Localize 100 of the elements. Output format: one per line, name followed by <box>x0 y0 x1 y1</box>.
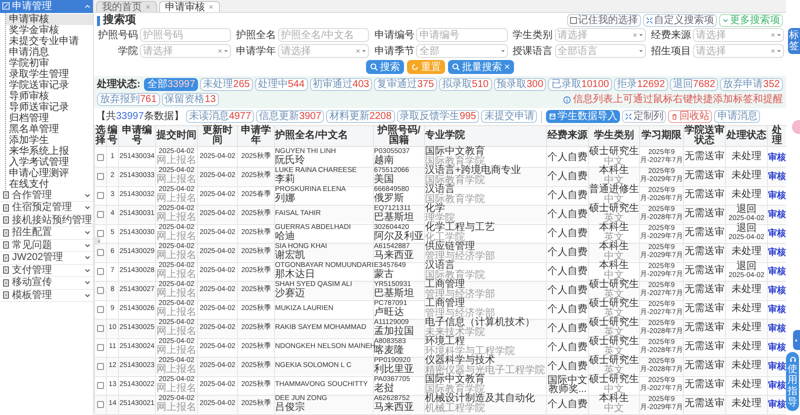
review-link[interactable]: 审核 <box>768 228 786 238</box>
column-header: 编号 <box>107 126 118 146</box>
menu-item[interactable]: 未提交专业申请 <box>6 36 93 46</box>
input-field[interactable]: 申请编号 <box>416 28 508 42</box>
select-field[interactable]: 请选择 <box>692 44 784 58</box>
review-link[interactable]: 审核 <box>768 323 786 333</box>
menu-item[interactable]: 在线支付 <box>6 178 93 190</box>
menu-section[interactable]: 移动宣传 <box>0 277 93 290</box>
plain-button[interactable]: 申请消息 <box>714 110 760 123</box>
select-field[interactable]: 请选择 <box>140 44 232 58</box>
status-filter-button[interactable]: 拟录取510 <box>438 78 492 91</box>
menu-section[interactable]: 住宿预定管理 <box>0 202 93 214</box>
menu-item[interactable]: 归档管理 <box>6 112 93 124</box>
major-name: 供应链管理 <box>425 242 475 252</box>
option-button[interactable]: 记住我的选择 <box>567 14 641 27</box>
menu-section[interactable]: 支付管理 <box>0 264 93 277</box>
select-field[interactable]: 请选择 <box>554 28 646 42</box>
status-filter-button[interactable]: 未处理265 <box>200 78 253 91</box>
tab[interactable]: 申请审核 <box>159 1 220 12</box>
menu-item[interactable]: 添加学生 <box>6 134 93 146</box>
input-field[interactable]: 护照全名/中文名 <box>278 28 370 42</box>
columns-button[interactable]: 定制列 <box>622 110 666 123</box>
tag-filter-button[interactable]: 未读消息4977 <box>186 110 254 123</box>
menu-item[interactable]: 申请消息 <box>6 46 93 58</box>
tag-filter-button[interactable]: 信息更新3907 <box>256 110 324 123</box>
process-status: 退回 <box>736 205 756 215</box>
option-button[interactable]: 自定义搜索项 <box>643 14 717 27</box>
column-header: 经费来源 <box>548 131 588 141</box>
review-link[interactable]: 审核 <box>768 190 786 200</box>
table-cell: 国际中文教师奖... <box>547 376 588 394</box>
review-link[interactable]: 审核 <box>768 304 786 314</box>
review-link[interactable]: 审核 <box>768 285 786 295</box>
menu-item[interactable]: 奖学金审核 <box>6 24 93 36</box>
tab[interactable]: 我的首页 <box>96 1 157 12</box>
menu-section[interactable]: 合作管理 <box>0 190 93 202</box>
status-filter-button[interactable]: 拒录12692 <box>614 78 668 91</box>
status-filter-button[interactable]: 放弃报到761 <box>97 93 160 106</box>
menu-item[interactable]: 黑名单管理 <box>6 124 93 134</box>
menu-item[interactable]: 申请审核 <box>6 14 93 24</box>
field-label: 招生项目 <box>650 46 691 56</box>
status-filter-button[interactable]: 处理中544 <box>254 78 308 91</box>
review-link[interactable]: 审核 <box>768 209 786 219</box>
review-link[interactable]: 审核 <box>768 399 786 409</box>
nationality: 巴基斯坦 <box>374 213 414 223</box>
field-label: 护照号码 <box>97 30 138 40</box>
review-link[interactable]: 审核 <box>768 171 786 181</box>
college-name: 国际教育学院 <box>425 271 485 281</box>
trash-button[interactable]: 回收站 <box>668 110 712 123</box>
review-link[interactable]: 审核 <box>768 342 786 352</box>
menu-section[interactable]: 申请管理 <box>0 0 93 12</box>
tag-filter-button[interactable]: 材料更新2208 <box>326 110 395 123</box>
menu-item[interactable]: 学院初审 <box>6 58 93 68</box>
menu-section[interactable]: 模板管理 <box>0 290 93 302</box>
submit-channel: 网上报名 <box>156 403 196 413</box>
student-category: 本科生 <box>599 394 629 404</box>
nationality: 马来西亚 <box>374 403 414 413</box>
menu-item[interactable]: 申请心理测评 <box>6 168 93 178</box>
column-header: 提交时间 <box>156 131 196 141</box>
column-header: 学习期限 <box>642 131 682 141</box>
menu-item[interactable]: 入学考试管理 <box>6 156 93 168</box>
status-filter-button[interactable]: 已录取10100 <box>548 78 612 91</box>
process-status: 退回 <box>736 224 756 234</box>
nationality: 马来西亚 <box>374 251 414 261</box>
table-cell: 个人自费 <box>548 172 588 180</box>
status-filter-button[interactable]: 预录取300 <box>494 78 546 91</box>
review-link[interactable]: 审核 <box>768 152 786 162</box>
tag-filter-button[interactable]: 录取反馈学生995 <box>396 110 480 123</box>
menu-item[interactable]: 学院送审记录 <box>6 80 93 90</box>
table-cell: 无需送审 <box>684 304 724 314</box>
review-link[interactable]: 审核 <box>768 361 786 371</box>
status-filter-button[interactable]: 初审通过403 <box>310 78 372 91</box>
menu-section[interactable]: 招生配置 <box>0 227 93 240</box>
menu-item[interactable]: 录取学生管理 <box>6 68 93 80</box>
menu-item[interactable]: 导师送审记录 <box>6 102 93 112</box>
status-filter-button[interactable]: 放弃申请352 <box>720 78 783 91</box>
status-filter-button[interactable]: 复审通过375 <box>374 78 437 91</box>
review-link[interactable]: 审核 <box>768 266 786 276</box>
table-cell: 无需送审 <box>684 171 724 181</box>
chinese-name: 谢宏凯 <box>275 251 305 261</box>
select-field[interactable]: 请选择 <box>278 44 370 58</box>
side-tab[interactable]: 标签 <box>788 28 800 54</box>
column-header: 申请学年 <box>240 126 272 146</box>
status-filter-button[interactable]: 保留资格13 <box>162 93 219 106</box>
status-filter-button[interactable]: 退回7682 <box>670 78 718 91</box>
menu-section[interactable]: JW202管理 <box>0 252 93 264</box>
major-name: 国际中文教育 <box>425 375 485 385</box>
menu-item[interactable]: 导师审核 <box>6 90 93 102</box>
review-link[interactable]: 审核 <box>768 380 786 390</box>
select-field[interactable]: 全部语言 <box>554 44 646 58</box>
college-name: 国际教育学院 <box>425 176 485 186</box>
table-cell: 无需送审 <box>684 361 724 371</box>
table-cell: 无需送审 <box>684 323 724 333</box>
input-field[interactable]: 护照号码 <box>140 28 232 42</box>
select-field[interactable]: 全部 <box>416 44 508 58</box>
menu-item[interactable]: 来华系统上报 <box>6 146 93 156</box>
menu-section[interactable]: 常见问题 <box>0 240 93 252</box>
process-status: 未处理 <box>732 342 762 352</box>
review-link[interactable]: 审核 <box>768 247 786 257</box>
nationality: 巴基斯坦 <box>374 289 414 299</box>
select-field[interactable]: 请选择 <box>692 28 784 42</box>
